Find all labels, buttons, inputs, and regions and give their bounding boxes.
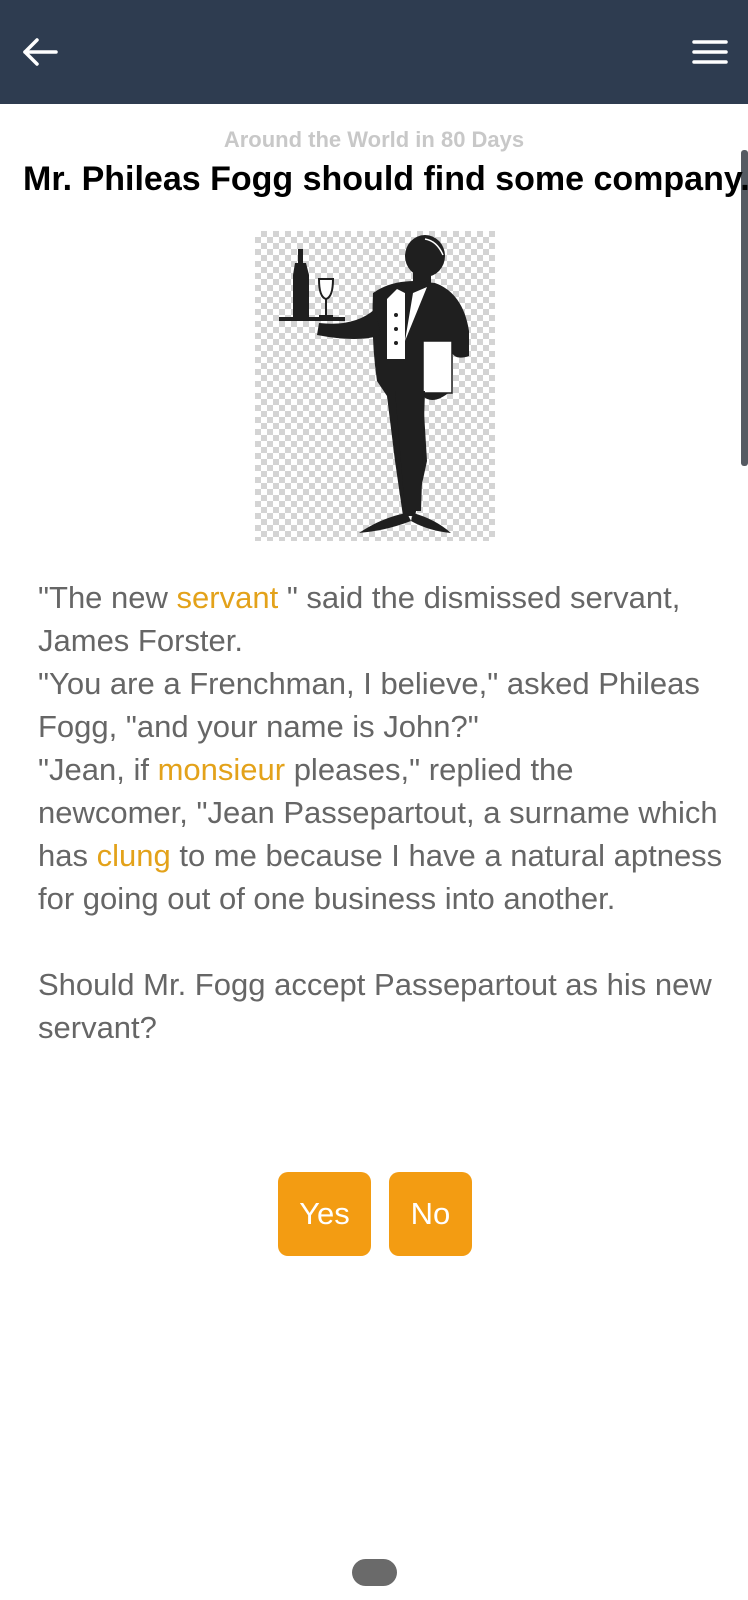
story-text: "The new servant " said the dismissed se… <box>38 576 723 1049</box>
butler-silhouette-image <box>279 235 469 533</box>
hamburger-menu-icon <box>692 40 728 64</box>
top-app-bar <box>0 0 748 104</box>
book-title: Around the World in 80 Days <box>223 127 525 152</box>
question-text: Should Mr. Fogg accept Passepartout as h… <box>38 967 712 1045</box>
vocab-word-monsieur[interactable]: monsieur <box>158 752 286 787</box>
story-paragraph-2: "You are a Frenchman, I believe," asked … <box>38 662 723 748</box>
back-button[interactable] <box>18 32 62 72</box>
butler-illustration <box>255 231 495 541</box>
text-span: "You are a Frenchman, I believe," asked … <box>38 666 700 744</box>
yes-button[interactable]: Yes <box>278 1172 371 1256</box>
vocab-word-servant[interactable]: servant <box>177 580 279 615</box>
page-headline: Mr. Phileas Fogg should find some compan… <box>23 160 748 198</box>
vocab-word-clung[interactable]: clung <box>97 838 171 873</box>
story-paragraph-3: "Jean, if monsieur pleases," replied the… <box>38 748 723 920</box>
arrow-left-icon <box>23 38 58 66</box>
text-span: "Jean, if <box>38 752 158 787</box>
text-span: "The new <box>38 580 177 615</box>
story-paragraph-1: "The new servant " said the dismissed se… <box>38 576 723 662</box>
no-button[interactable]: No <box>389 1172 472 1256</box>
menu-button[interactable] <box>688 34 732 70</box>
home-indicator[interactable] <box>352 1559 397 1586</box>
